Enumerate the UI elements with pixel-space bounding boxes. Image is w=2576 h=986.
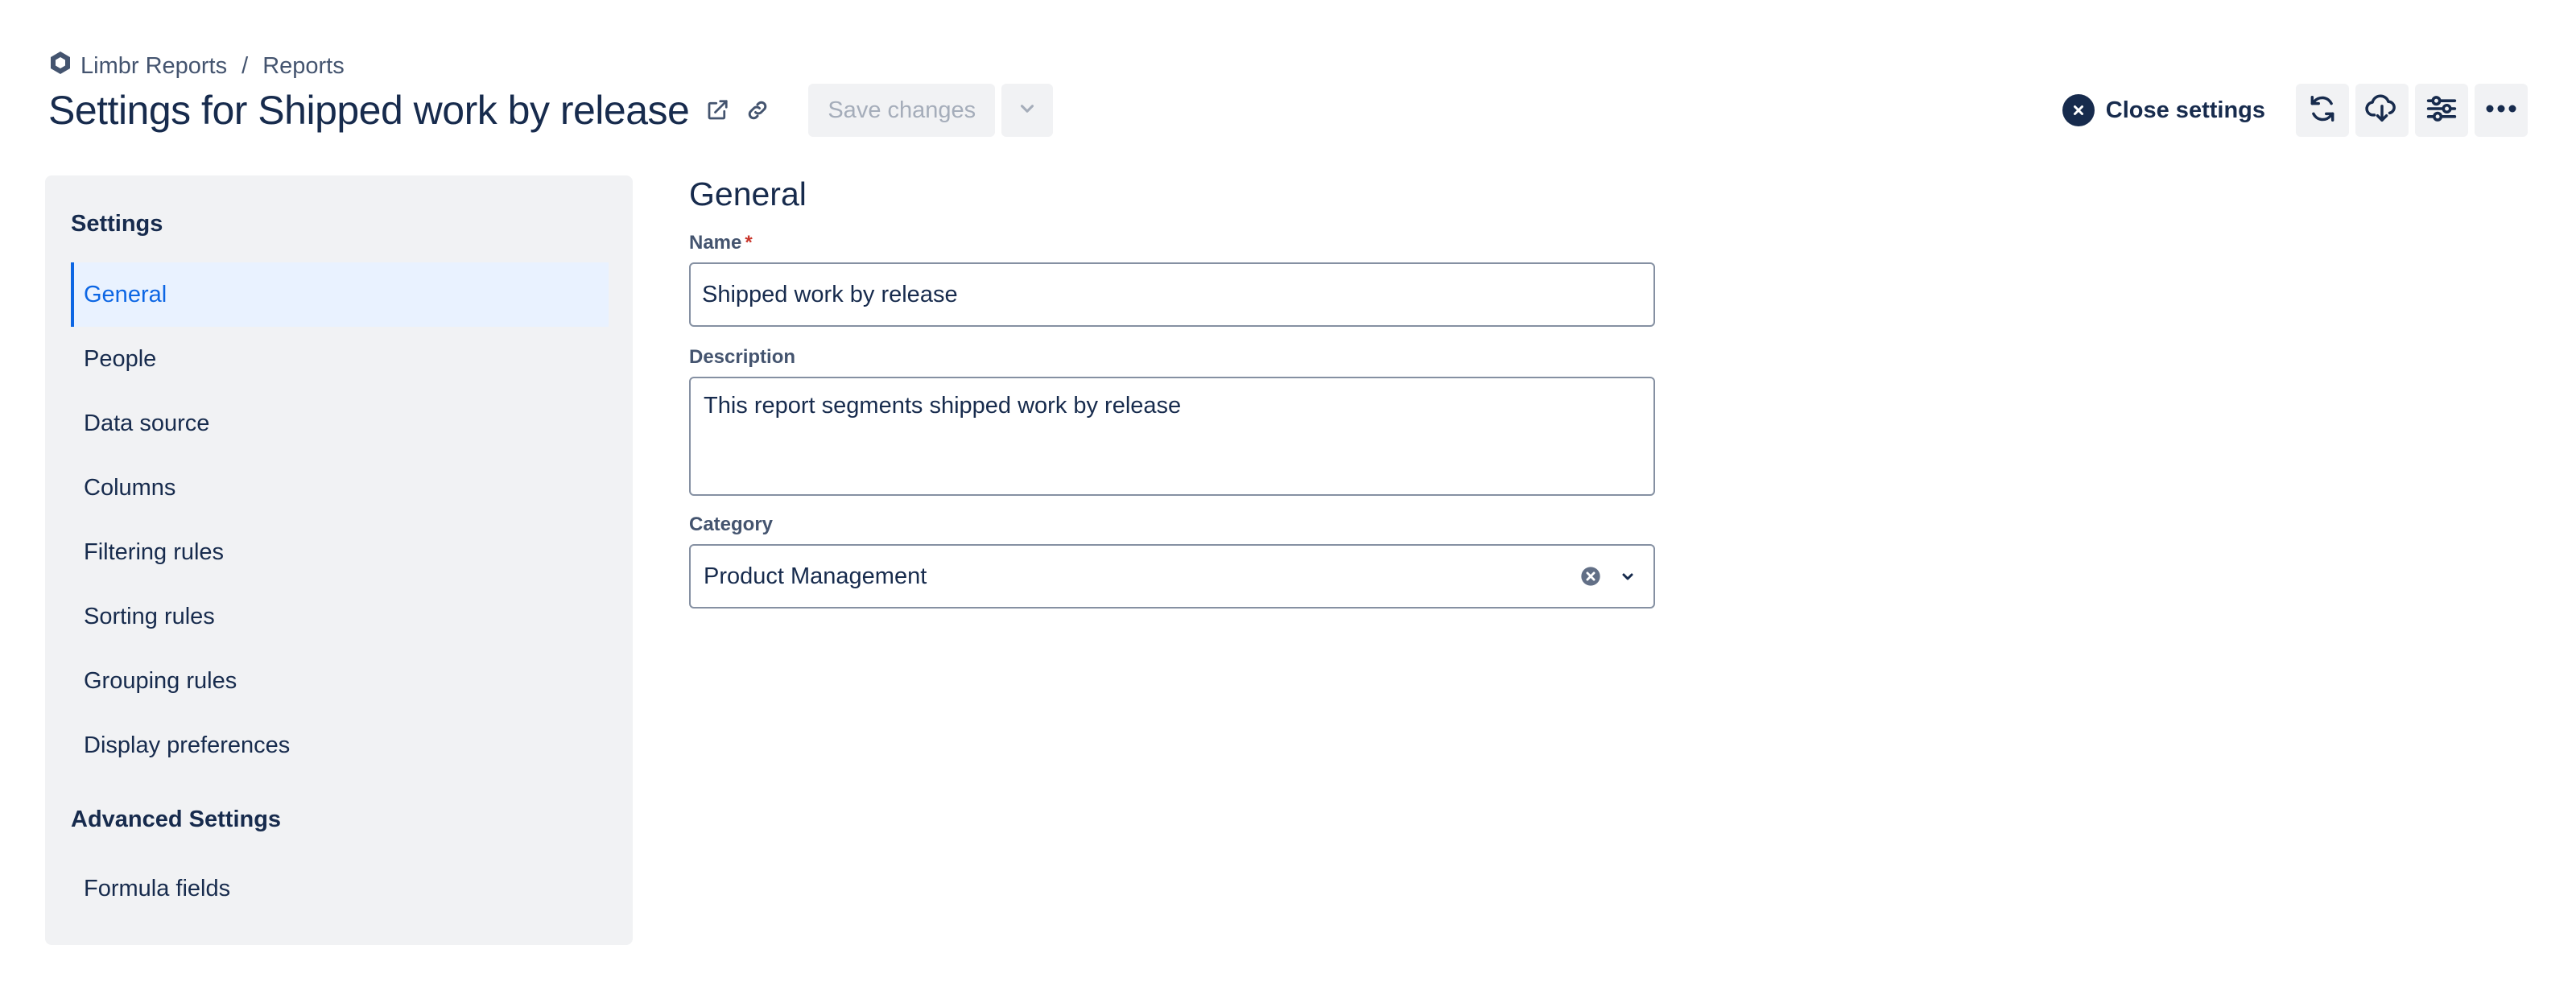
page-title: Settings for Shipped work by release [48, 88, 690, 133]
sidebar-item-filtering-rules[interactable]: Filtering rules [71, 520, 609, 584]
title-row: Settings for Shipped work by release Sav… [48, 80, 1054, 140]
sidebar-item-sorting-rules[interactable]: Sorting rules [71, 584, 609, 649]
category-select[interactable]: Product Management [689, 544, 1655, 609]
chevron-down-icon[interactable] [1615, 563, 1641, 589]
hexagon-logo-icon [48, 50, 72, 82]
refresh-icon [2307, 93, 2338, 128]
sliders-icon [2425, 94, 2458, 127]
breadcrumb-reports-link[interactable]: Reports [262, 53, 345, 80]
name-field[interactable]: Shipped work by release [689, 262, 1655, 327]
description-field-value: This report segments shipped work by rel… [704, 393, 1182, 419]
sidebar-item-label: Columns [84, 474, 176, 501]
settings-sidebar: Settings General People Data source Colu… [45, 175, 633, 945]
sidebar-item-label: Formula fields [84, 875, 231, 901]
breadcrumb-app[interactable]: Limbr Reports [48, 50, 227, 82]
sidebar-item-display-preferences[interactable]: Display preferences [71, 713, 609, 778]
sidebar-item-label: Display preferences [84, 732, 291, 758]
cloud-download-icon [2365, 93, 2399, 128]
breadcrumb: Limbr Reports / Reports [48, 50, 345, 82]
section-title: General [689, 175, 807, 212]
close-icon [2062, 94, 2095, 126]
configure-button[interactable] [2415, 84, 2468, 137]
chevron-down-icon [1017, 98, 1038, 123]
save-button-group: Save changes [808, 84, 1054, 137]
more-actions-button[interactable] [2475, 84, 2528, 137]
breadcrumb-separator: / [242, 52, 249, 79]
sidebar-heading-settings: Settings [71, 211, 163, 237]
sidebar-item-data-source[interactable]: Data source [71, 391, 609, 456]
sidebar-item-columns[interactable]: Columns [71, 456, 609, 520]
category-label: Category [689, 514, 774, 535]
category-select-value: Product Management [704, 563, 927, 589]
sidebar-item-label: Grouping rules [84, 667, 237, 694]
description-field[interactable]: This report segments shipped work by rel… [689, 377, 1655, 496]
sidebar-item-grouping-rules[interactable]: Grouping rules [71, 649, 609, 713]
sidebar-item-label: Data source [84, 410, 210, 436]
sidebar-item-label: Filtering rules [84, 538, 225, 565]
clear-selection-icon[interactable] [1578, 563, 1604, 589]
sidebar-item-general[interactable]: General [71, 262, 609, 327]
sidebar-item-label: Sorting rules [84, 603, 215, 629]
required-indicator: * [745, 232, 753, 254]
name-label: Name * [689, 232, 753, 254]
close-settings-button[interactable]: Close settings [2056, 84, 2272, 137]
more-horizontal-icon [2485, 103, 2517, 118]
save-dropdown-button[interactable] [1001, 84, 1054, 137]
link-icon[interactable] [745, 98, 770, 122]
download-button[interactable] [2355, 84, 2409, 137]
report-settings-page: Limbr Reports / Reports Settings for Shi… [0, 0, 2576, 986]
refresh-button[interactable] [2296, 84, 2349, 137]
sidebar-heading-advanced: Advanced Settings [71, 807, 282, 832]
sidebar-item-people[interactable]: People [71, 327, 609, 391]
header-actions: Close settings [2056, 84, 2528, 137]
external-link-icon[interactable] [705, 98, 729, 122]
sidebar-item-label: General [84, 281, 167, 307]
breadcrumb-app-label: Limbr Reports [80, 52, 228, 79]
name-field-value: Shipped work by release [702, 281, 958, 307]
description-label: Description [689, 346, 796, 368]
save-changes-button[interactable]: Save changes [808, 84, 996, 137]
sidebar-item-formula-fields[interactable]: Formula fields [71, 856, 609, 921]
name-label-text: Name [689, 232, 742, 254]
close-settings-label: Close settings [2105, 97, 2265, 123]
sidebar-item-label: People [84, 345, 157, 372]
